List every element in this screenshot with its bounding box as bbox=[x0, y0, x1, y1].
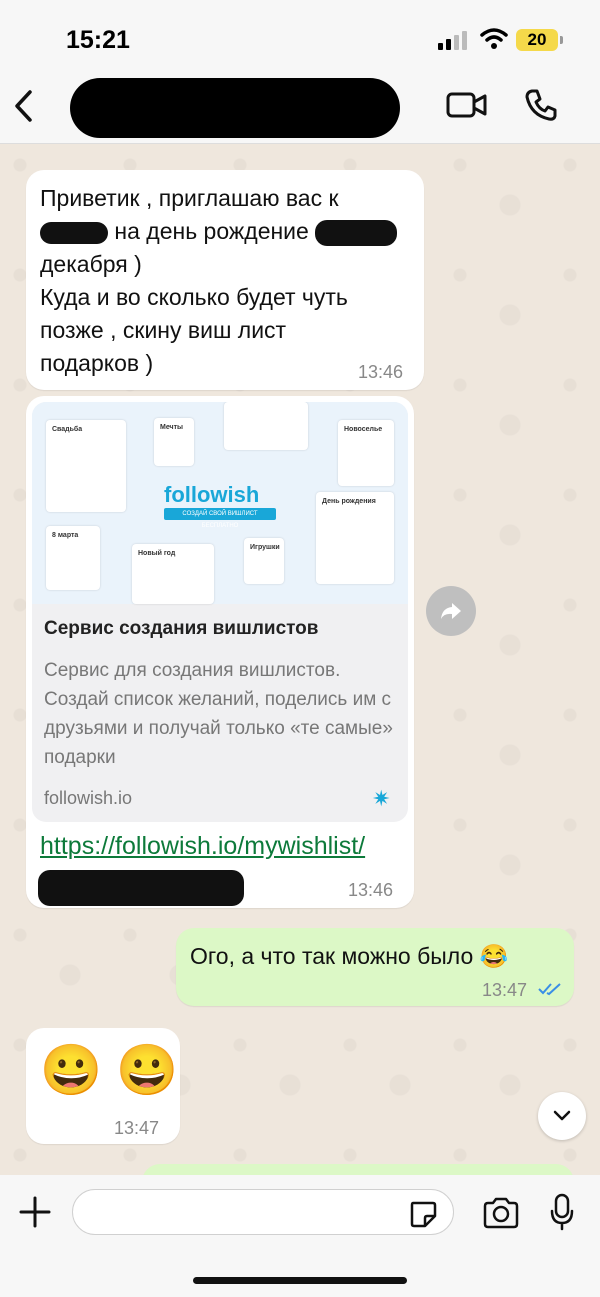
preview-card: День рождения bbox=[316, 492, 394, 584]
status-time: 15:21 bbox=[66, 26, 130, 54]
forward-icon bbox=[441, 603, 461, 619]
message-line: Куда и во сколько будет чуть bbox=[40, 284, 348, 310]
microphone-icon[interactable] bbox=[550, 1193, 574, 1231]
message-line: Приветик , приглашаю вас к bbox=[40, 185, 339, 211]
message-time: 13:47 bbox=[482, 980, 528, 1000]
signal-icon bbox=[438, 31, 467, 50]
message-bubble-incoming[interactable]: Приветик , приглашаю вас к на день рожде… bbox=[26, 170, 424, 390]
message-line: на день рождение bbox=[114, 218, 309, 244]
link-preview[interactable]: Свадьба Мечты Новоселье День рождения 8 … bbox=[32, 402, 408, 822]
sparkle-icon: ✷ bbox=[372, 786, 391, 811]
message-text: Ого, а что так можно было 😂 bbox=[190, 943, 509, 969]
video-call-icon[interactable] bbox=[446, 90, 488, 120]
plus-icon[interactable] bbox=[18, 1195, 52, 1229]
preview-tagline: СОЗДАЙ СВОЙ ВИШЛИСТ БЕСПЛАТНО bbox=[164, 508, 276, 529]
followish-logo: followish bbox=[164, 482, 260, 507]
preview-title: Сервис создания вишлистов bbox=[44, 618, 319, 639]
input-bar bbox=[0, 1175, 600, 1297]
redacted-text bbox=[40, 221, 108, 244]
preview-card: Игрушки bbox=[244, 538, 284, 584]
home-indicator bbox=[193, 1277, 407, 1284]
message-text: 😀 😀 bbox=[40, 1042, 179, 1098]
message-time: 13:46 bbox=[348, 880, 394, 900]
read-ticks-icon bbox=[538, 983, 561, 996]
preview-description: Сервис для создания вишлистов. Создай сп… bbox=[44, 660, 393, 768]
preview-card: 8 марта bbox=[46, 526, 100, 590]
preview-card: Свадьба bbox=[46, 420, 126, 512]
chevron-down-icon bbox=[553, 1110, 571, 1121]
chat-header bbox=[0, 70, 600, 144]
contact-name-redacted[interactable] bbox=[70, 78, 400, 138]
preview-card: Новоселье bbox=[338, 420, 394, 486]
preview-domain: followish.io bbox=[44, 788, 133, 808]
message-time: 13:47 bbox=[114, 1118, 160, 1138]
message-link[interactable]: https://followish.io/mywishlist/ bbox=[40, 832, 365, 861]
camera-icon[interactable] bbox=[482, 1197, 520, 1229]
redacted-text bbox=[315, 219, 398, 246]
redacted-text bbox=[38, 870, 244, 906]
chevron-left-icon[interactable] bbox=[12, 88, 36, 124]
preview-image: Свадьба Мечты Новоселье День рождения 8 … bbox=[32, 402, 408, 604]
message-input[interactable] bbox=[72, 1189, 454, 1235]
message-line: позже , скину виш лист bbox=[40, 317, 287, 343]
battery-indicator: 20 bbox=[516, 29, 558, 51]
preview-card: Новый год bbox=[132, 544, 214, 604]
battery-tip bbox=[560, 36, 563, 44]
sticker-icon[interactable] bbox=[408, 1199, 438, 1229]
message-bubble-incoming[interactable]: 😀 😀 13:47 bbox=[26, 1028, 180, 1144]
scroll-down-button[interactable] bbox=[538, 1092, 586, 1140]
forward-button[interactable] bbox=[426, 586, 476, 636]
message-line: декабря ) bbox=[40, 251, 142, 277]
phone-icon[interactable] bbox=[524, 88, 558, 122]
preview-card: Мечты bbox=[154, 418, 194, 466]
message-time: 13:46 bbox=[358, 362, 404, 382]
preview-card bbox=[224, 402, 308, 450]
message-bubble-outgoing[interactable]: Ого, а что так можно было 😂 13:47 bbox=[176, 928, 574, 1006]
wifi-icon bbox=[480, 28, 508, 49]
status-bar: 15:21 20 bbox=[0, 0, 600, 70]
